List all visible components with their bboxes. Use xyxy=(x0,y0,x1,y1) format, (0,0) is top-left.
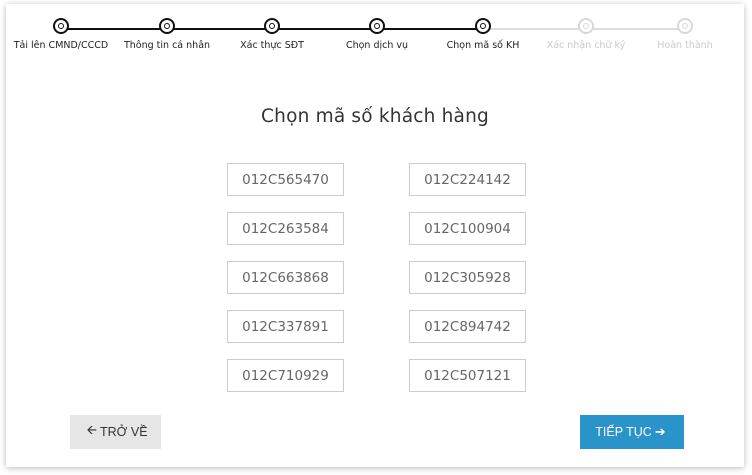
step-label: Chọn mã số KH xyxy=(446,40,520,51)
customer-code-option[interactable]: 012C305928 xyxy=(409,261,526,294)
customer-code-option[interactable]: 012C337891 xyxy=(227,310,344,343)
continue-button-label: TIẾP TỤC xyxy=(595,425,652,439)
step-choose-service[interactable]: Chọn dịch vụ xyxy=(327,18,427,52)
step-circle-icon xyxy=(578,18,594,34)
step-complete: Hoàn thành xyxy=(635,18,735,52)
step-label: Thông tin cá nhân xyxy=(123,40,211,51)
step-label: Xác nhận chữ ký xyxy=(546,40,626,51)
page-title: Chọn mã số khách hàng xyxy=(261,106,489,127)
step-label: Tải lên CMND/CCCD xyxy=(13,40,109,51)
customer-code-option[interactable]: 012C663868 xyxy=(227,261,344,294)
step-circle-icon xyxy=(369,18,385,34)
wizard-card: Tải lên CMND/CCCD Thông tin cá nhân Xác … xyxy=(6,4,744,467)
step-label: Chọn dịch vụ xyxy=(345,40,409,51)
step-circle-icon xyxy=(53,18,69,34)
arrow-left-icon: 🡨 xyxy=(86,422,98,437)
step-circle-icon xyxy=(159,18,175,34)
customer-code-option[interactable]: 012C507121 xyxy=(409,359,526,392)
step-confirm-signature: Xác nhận chữ ký xyxy=(536,18,636,52)
customer-code-option[interactable]: 012C894742 xyxy=(409,310,526,343)
arrow-right-icon: ➔ xyxy=(654,424,666,439)
back-button-label: TRỞ VỀ xyxy=(100,425,148,439)
customer-code-option[interactable]: 012C224142 xyxy=(409,163,526,196)
step-upload-id[interactable]: Tải lên CMND/CCCD xyxy=(11,18,111,52)
step-personal-info[interactable]: Thông tin cá nhân xyxy=(117,18,217,52)
stepper: Tải lên CMND/CCCD Thông tin cá nhân Xác … xyxy=(6,4,744,104)
step-circle-icon xyxy=(475,18,491,34)
customer-code-option[interactable]: 012C710929 xyxy=(227,359,344,392)
step-circle-icon xyxy=(677,18,693,34)
step-label: Hoàn thành xyxy=(657,40,713,51)
step-circle-icon xyxy=(264,18,280,34)
step-verify-phone[interactable]: Xác thực SĐT xyxy=(222,18,322,52)
customer-code-option[interactable]: 012C100904 xyxy=(409,212,526,245)
back-button[interactable]: 🡨 TRỞ VỀ xyxy=(70,415,161,449)
step-choose-customer-code[interactable]: Chọn mã số KH xyxy=(433,18,533,52)
continue-button[interactable]: TIẾP TỤC ➔ xyxy=(580,415,684,449)
customer-code-option[interactable]: 012C263584 xyxy=(227,212,344,245)
step-label: Xác thực SĐT xyxy=(240,40,304,51)
customer-code-option[interactable]: 012C565470 xyxy=(227,163,344,196)
